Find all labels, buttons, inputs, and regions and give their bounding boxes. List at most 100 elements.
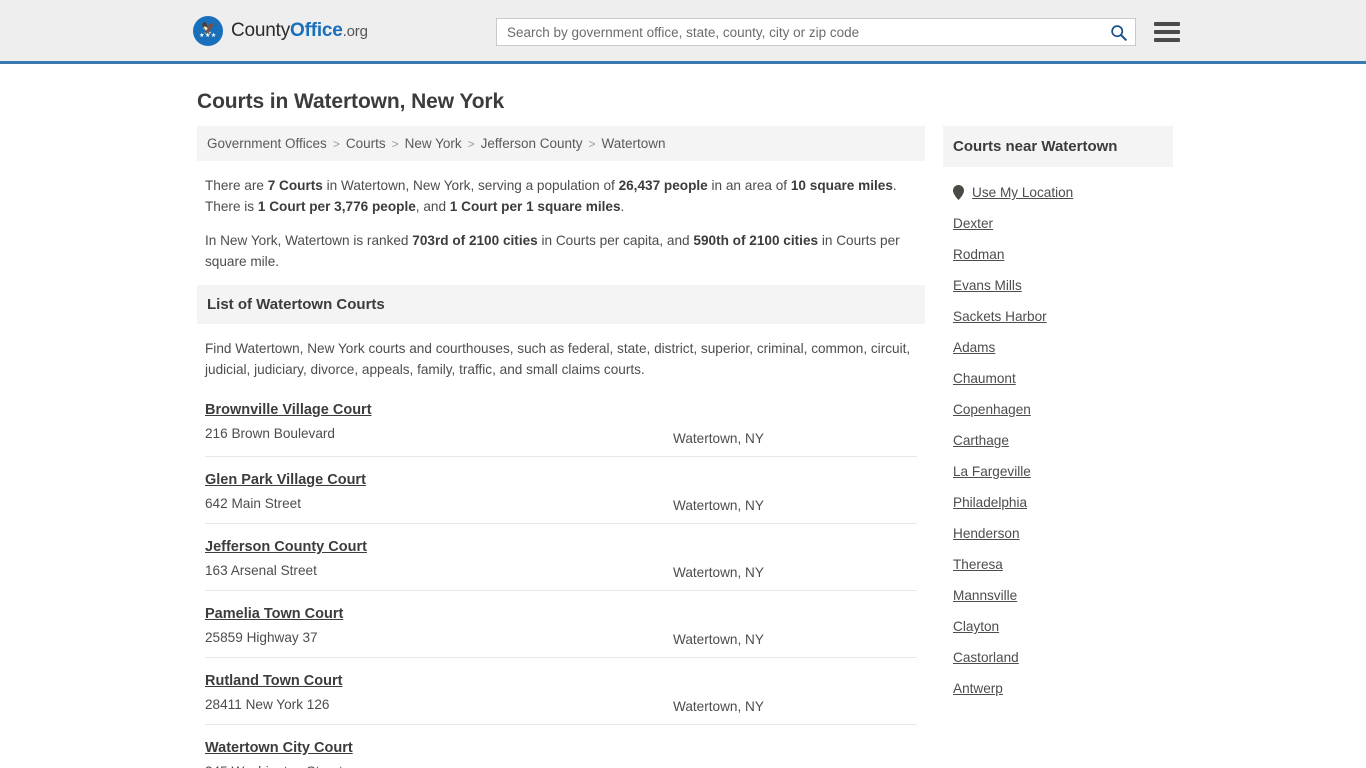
breadcrumb-item-courts[interactable]: Courts bbox=[346, 136, 386, 151]
court-name-link[interactable]: Watertown City Court bbox=[205, 740, 353, 756]
text: , and bbox=[415, 199, 450, 215]
use-my-location-link[interactable]: Use My Location bbox=[972, 185, 1073, 200]
nearby-city-link[interactable]: Copenhagen bbox=[953, 402, 1031, 417]
sidebar: Courts near Watertown Use My Location De… bbox=[943, 126, 1173, 704]
court-street-address: 163 Arsenal Street bbox=[205, 562, 317, 578]
court-list: Brownville Village Court 216 Brown Boulev… bbox=[197, 391, 925, 768]
court-row[interactable]: Jefferson County Court 163 Arsenal Street… bbox=[205, 522, 917, 590]
sidebar-item-sackets-harbor[interactable]: Sackets Harbor bbox=[953, 301, 1163, 332]
nearby-city-link[interactable]: Carthage bbox=[953, 433, 1009, 448]
sidebar-item-la-fargeville[interactable]: La Fargeville bbox=[953, 456, 1163, 487]
logo-wordmark: CountyOffice.org bbox=[231, 20, 368, 42]
stat-court-per-sqmi: 1 Court per 1 square miles bbox=[449, 199, 621, 215]
sidebar-item-adams[interactable]: Adams bbox=[953, 332, 1163, 363]
nearby-city-link[interactable]: Sackets Harbor bbox=[953, 309, 1047, 324]
sidebar-item-chaumont[interactable]: Chaumont bbox=[953, 363, 1163, 394]
court-street-address: 25859 Highway 37 bbox=[205, 629, 318, 645]
site-logo[interactable]: 🦅 ★★★ CountyOffice.org bbox=[193, 15, 368, 46]
court-street-address: 642 Main Street bbox=[205, 495, 301, 511]
sidebar-item-theresa[interactable]: Theresa bbox=[953, 549, 1163, 580]
sidebar-item-rodman[interactable]: Rodman bbox=[953, 239, 1163, 270]
hamburger-bar bbox=[1154, 38, 1180, 42]
text: In New York, Watertown is ranked bbox=[205, 232, 413, 248]
sidebar-item-mannsville[interactable]: Mannsville bbox=[953, 580, 1163, 611]
text: in an area of bbox=[707, 178, 791, 193]
page-title: Courts in Watertown, New York bbox=[197, 90, 505, 113]
logo-text-county: County bbox=[231, 19, 291, 41]
text: . bbox=[620, 199, 625, 215]
court-street-address: 28411 New York 126 bbox=[205, 696, 330, 712]
sidebar-item-antwerp[interactable]: Antwerp bbox=[953, 673, 1163, 704]
logo-text-office: Office bbox=[290, 19, 343, 41]
breadcrumb: Government Offices > Courts > New York > Jeffe… bbox=[197, 126, 925, 161]
stat-courts-count: 7 Courts bbox=[267, 178, 323, 193]
court-city-state: Watertown, NY bbox=[673, 631, 764, 647]
stat-rank-per-capita: 703rd of 2100 cities bbox=[412, 232, 538, 248]
sidebar-item-clayton[interactable]: Clayton bbox=[953, 611, 1163, 642]
text: in Courts per capita, and bbox=[537, 232, 694, 248]
nearby-city-link[interactable]: Rodman bbox=[953, 247, 1004, 262]
sidebar-item-use-my-location[interactable]: Use My Location bbox=[953, 177, 1163, 208]
sidebar-item-henderson[interactable]: Henderson bbox=[953, 518, 1163, 549]
nearby-city-link[interactable]: La Fargeville bbox=[953, 464, 1031, 479]
court-city-state: Watertown, NY bbox=[673, 497, 764, 513]
breadcrumb-item-government-offices[interactable]: Government Offices bbox=[207, 136, 327, 151]
court-row[interactable]: Glen Park Village Court 642 Main Street Wa… bbox=[205, 455, 917, 523]
court-street-address: 245 Washington Street bbox=[205, 764, 343, 768]
sidebar-item-philadelphia[interactable]: Philadelphia bbox=[953, 487, 1163, 518]
court-name-link[interactable]: Glen Park Village Court bbox=[205, 472, 366, 488]
search-box[interactable] bbox=[496, 18, 1136, 46]
eagle-badge-icon: 🦅 ★★★ bbox=[193, 15, 223, 46]
search-input[interactable] bbox=[507, 24, 1110, 40]
court-name-link[interactable]: Rutland Town Court bbox=[205, 673, 342, 689]
sidebar-item-carthage[interactable]: Carthage bbox=[953, 425, 1163, 456]
breadcrumb-separator: > bbox=[588, 136, 596, 151]
section-heading-court-list: List of Watertown Courts bbox=[197, 284, 925, 324]
nearby-city-link[interactable]: Mannsville bbox=[953, 588, 1017, 603]
nearby-city-link[interactable]: Adams bbox=[953, 340, 995, 355]
main-column: Government Offices > Courts > New York > Jeffe… bbox=[197, 126, 925, 768]
court-row[interactable]: Watertown City Court 245 Washington Stree… bbox=[205, 723, 917, 768]
sidebar-item-castorland[interactable]: Castorland bbox=[953, 642, 1163, 673]
nearby-city-link[interactable]: Chaumont bbox=[953, 371, 1016, 386]
logo-text-org: .org bbox=[342, 22, 368, 40]
header-search-area bbox=[496, 18, 1180, 46]
nearby-city-link[interactable]: Antwerp bbox=[953, 681, 1003, 696]
sidebar-nearby-list: Use My Location Dexter Rodman Evans Mills S… bbox=[943, 167, 1173, 704]
court-city-state: Watertown, NY bbox=[673, 698, 764, 714]
hamburger-menu-icon[interactable] bbox=[1154, 22, 1180, 42]
breadcrumb-separator: > bbox=[467, 136, 475, 151]
court-row[interactable]: Brownville Village Court 216 Brown Boulev… bbox=[205, 391, 917, 456]
nearby-city-link[interactable]: Theresa bbox=[953, 557, 1003, 572]
court-name-link[interactable]: Pamelia Town Court bbox=[205, 606, 343, 622]
breadcrumb-item-new-york[interactable]: New York bbox=[405, 136, 462, 151]
search-icon[interactable] bbox=[1110, 24, 1127, 41]
stat-area: 10 square miles bbox=[790, 178, 893, 193]
hamburger-bar bbox=[1154, 22, 1180, 26]
breadcrumb-separator: > bbox=[332, 136, 340, 151]
sidebar-heading: Courts near Watertown bbox=[943, 126, 1173, 167]
stat-court-per-people: 1 Court per 3,776 people bbox=[257, 199, 416, 215]
court-name-link[interactable]: Brownville Village Court bbox=[205, 402, 372, 418]
sidebar-item-evans-mills[interactable]: Evans Mills bbox=[953, 270, 1163, 301]
court-name-link[interactable]: Jefferson County Court bbox=[205, 539, 367, 555]
court-row[interactable]: Pamelia Town Court 25859 Highway 37 Watert… bbox=[205, 589, 917, 657]
sidebar-item-copenhagen[interactable]: Copenhagen bbox=[953, 394, 1163, 425]
sidebar-item-dexter[interactable]: Dexter bbox=[953, 208, 1163, 239]
nearby-city-link[interactable]: Castorland bbox=[953, 650, 1019, 665]
nearby-city-link[interactable]: Philadelphia bbox=[953, 495, 1027, 510]
court-city-state: Watertown, NY bbox=[673, 564, 764, 580]
nearby-city-link[interactable]: Henderson bbox=[953, 526, 1020, 541]
nearby-city-link[interactable]: Evans Mills bbox=[953, 278, 1022, 293]
nearby-city-link[interactable]: Dexter bbox=[953, 216, 993, 231]
breadcrumb-separator: > bbox=[391, 136, 399, 151]
text: There are bbox=[205, 178, 268, 193]
page-body: Courts in Watertown, New York Government… bbox=[0, 90, 1366, 768]
hamburger-bar bbox=[1154, 30, 1180, 34]
breadcrumb-item-watertown[interactable]: Watertown bbox=[602, 136, 666, 151]
court-city-state: Watertown, NY bbox=[673, 430, 764, 446]
nearby-city-link[interactable]: Clayton bbox=[953, 619, 999, 634]
court-row[interactable]: Rutland Town Court 28411 New York 126 Wate… bbox=[205, 656, 917, 724]
map-pin-icon bbox=[953, 185, 964, 200]
breadcrumb-item-jefferson-county[interactable]: Jefferson County bbox=[481, 136, 583, 151]
